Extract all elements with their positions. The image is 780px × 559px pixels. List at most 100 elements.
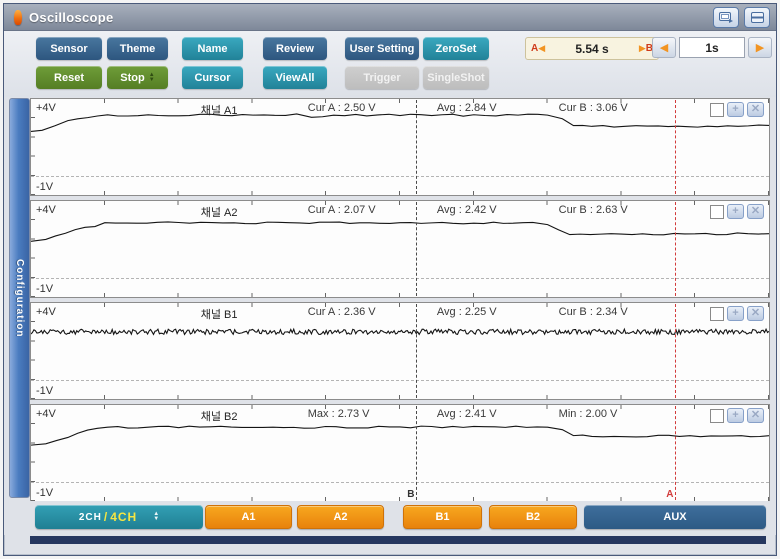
zero-volt-line: [31, 482, 769, 483]
zoom-channel-icon[interactable]: +: [727, 408, 744, 423]
zero-volt-line: [31, 278, 769, 279]
channel-name: 채널 B2: [201, 408, 238, 424]
cursor-b-line[interactable]: [416, 100, 417, 194]
viewall-button[interactable]: ViewAll: [263, 66, 327, 89]
measurement-avg: Avg : 2.25 V: [437, 306, 497, 318]
review-button[interactable]: Review: [263, 37, 327, 60]
timebase-decrease-button[interactable]: ◀: [652, 37, 676, 58]
voltage-ticks: [31, 303, 35, 399]
time-ticks: [31, 191, 769, 195]
channel-panel-b1: +4V -1V 채널 B1 Cur A : 2.36 V Avg : 2.25 …: [30, 302, 770, 400]
toolbar: Sensor Theme Name Review User Setting Ze…: [4, 31, 776, 97]
singleshot-button[interactable]: SingleShot: [423, 66, 489, 89]
channel-select-checkbox[interactable]: [710, 307, 724, 321]
zero-volt-line: [31, 176, 769, 177]
sensor-button[interactable]: Sensor: [36, 37, 102, 60]
vmin-label: -1V: [36, 385, 53, 397]
vmin-label: -1V: [36, 487, 53, 499]
close-channel-icon[interactable]: ✕: [747, 306, 764, 321]
channel-panel-a1: +4V -1V 채널 A1 Cur A : 2.50 V Avg : 2.84 …: [30, 98, 770, 196]
channel-b1-button[interactable]: B1: [403, 505, 482, 529]
close-channel-icon[interactable]: ✕: [747, 102, 764, 117]
channel-name: 채널 A2: [201, 204, 238, 220]
user-setting-button[interactable]: User Setting: [345, 37, 419, 60]
trigger-button[interactable]: Trigger: [345, 66, 419, 89]
measurement-cur-b: Cur B : 2.34 V: [559, 306, 628, 318]
vmin-label: -1V: [36, 181, 53, 193]
stop-button[interactable]: Stop ▲▼: [107, 66, 168, 89]
waveform-a2: [31, 201, 769, 297]
cursor-button[interactable]: Cursor: [182, 66, 243, 89]
voltage-ticks: [31, 405, 35, 501]
zoom-channel-icon[interactable]: +: [727, 102, 744, 117]
channel-b2-button[interactable]: B2: [489, 505, 577, 529]
app-icon: [14, 10, 22, 25]
cursor-a-line[interactable]: [675, 202, 676, 296]
measurement-cur-a: Cur A : 2.36 V: [308, 306, 376, 318]
vmin-label: -1V: [36, 283, 53, 295]
zoom-channel-icon[interactable]: +: [727, 204, 744, 219]
waveform-b1: [31, 303, 769, 399]
cursor-b-line[interactable]: [416, 202, 417, 296]
channel-a1-button[interactable]: A1: [205, 505, 292, 529]
oscilloscope-window: Oscilloscope Sensor Theme Name Review Us…: [3, 3, 777, 556]
channel-select-checkbox[interactable]: [710, 205, 724, 219]
time-ticks: [31, 405, 769, 409]
time-ticks: [31, 99, 769, 103]
cursor-b-line[interactable]: [416, 304, 417, 398]
window-split-icon[interactable]: [744, 7, 770, 28]
cursor-b-arrow-icon: ▶: [639, 43, 646, 54]
reset-button[interactable]: Reset: [36, 66, 102, 89]
measurement-cur-a: Cur A : 2.07 V: [308, 204, 376, 216]
channel-name: 채널 B1: [201, 306, 238, 322]
name-button[interactable]: Name: [182, 37, 243, 60]
timebase-control: ◀ 1s ▶: [652, 37, 772, 58]
cursor-b-line[interactable]: [416, 406, 417, 500]
mode-separator: /: [104, 510, 108, 524]
measurement-cur-a: Cur A : 2.50 V: [308, 102, 376, 114]
window-title: Oscilloscope: [29, 10, 114, 25]
timebase-increase-button[interactable]: ▶: [748, 37, 772, 58]
waveform-a1: [31, 99, 769, 195]
close-channel-icon[interactable]: ✕: [747, 408, 764, 423]
vmax-label: +4V: [36, 306, 56, 318]
ab-delta-time: 5.54 s: [545, 42, 639, 56]
screen-capture-icon[interactable]: [713, 7, 739, 28]
measurement-cur-b: Cur B : 3.06 V: [559, 102, 628, 114]
timebase-value[interactable]: 1s: [679, 37, 745, 58]
stop-spinner-icon: ▲▼: [149, 73, 155, 83]
channel-mode-spinner-icon: ▲▼: [153, 512, 159, 522]
measurement-max: Max : 2.73 V: [308, 408, 370, 420]
voltage-ticks: [31, 201, 35, 297]
theme-button[interactable]: Theme: [107, 37, 168, 60]
waveform-b2: [31, 405, 769, 501]
vmax-label: +4V: [36, 204, 56, 216]
aux-button[interactable]: AUX: [584, 505, 766, 529]
channel-select-checkbox[interactable]: [710, 409, 724, 423]
channel-bar: 2CH / 4CH ▲▼ A1 A2 B1 B2 AUX: [4, 501, 776, 535]
cursor-a-line[interactable]: [675, 406, 676, 500]
time-ticks: [31, 395, 769, 399]
channel-name: 채널 A1: [201, 102, 238, 118]
vmax-label: +4V: [36, 408, 56, 420]
measurement-cur-b: Cur B : 2.63 V: [559, 204, 628, 216]
zoom-channel-icon[interactable]: +: [727, 306, 744, 321]
channel-a2-button[interactable]: A2: [297, 505, 384, 529]
zero-volt-line: [31, 380, 769, 381]
scope-area: Configuration +4V -1V 채널 A1 Cur A : 2.50…: [4, 97, 776, 501]
vmax-label: +4V: [36, 102, 56, 114]
configuration-tab-label: Configuration: [14, 259, 25, 338]
stop-label: Stop: [120, 72, 144, 84]
cursor-a-line[interactable]: [675, 100, 676, 194]
channel-panel-b2: +4V -1V 채널 B2 Max : 2.73 V Avg : 2.41 V …: [30, 404, 770, 502]
configuration-tab[interactable]: Configuration: [9, 98, 30, 498]
cursor-a-line[interactable]: [675, 304, 676, 398]
ab-cursor-time-display[interactable]: A ◀ 5.54 s ▶ B: [525, 37, 659, 60]
zeroset-button[interactable]: ZeroSet: [423, 37, 489, 60]
channel-mode-selector[interactable]: 2CH / 4CH ▲▼: [35, 505, 203, 529]
measurement-avg: Avg : 2.84 V: [437, 102, 497, 114]
channel-select-checkbox[interactable]: [710, 103, 724, 117]
close-channel-icon[interactable]: ✕: [747, 204, 764, 219]
measurement-avg: Avg : 2.42 V: [437, 204, 497, 216]
mode-4ch-label: 4CH: [110, 510, 137, 524]
